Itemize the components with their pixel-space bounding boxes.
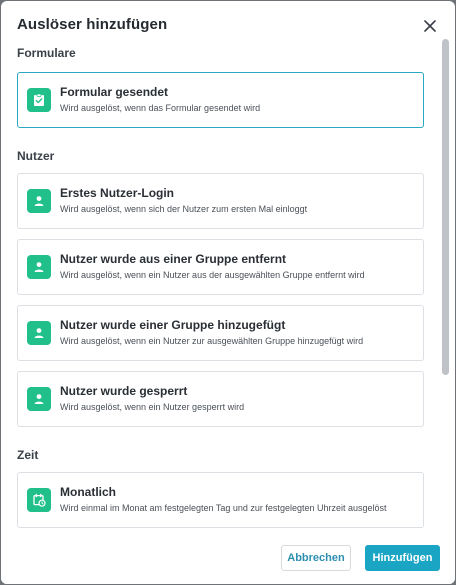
trigger-card-gruppe-hinzugefuegt[interactable]: Nutzer wurde einer Gruppe hinzugefügt Wi… [17, 305, 424, 361]
close-icon[interactable] [419, 15, 441, 37]
trigger-title: Formular gesendet [60, 85, 169, 99]
trigger-title: Nutzer wurde gesperrt [60, 384, 188, 398]
trigger-description: Wird einmal im Monat am festgelegten Tag… [60, 503, 387, 513]
user-icon [27, 321, 51, 345]
user-icon [27, 387, 51, 411]
user-icon [27, 255, 51, 279]
section-title-formulare: Formulare [17, 46, 76, 60]
trigger-title: Monatlich [60, 485, 116, 499]
trigger-description: Wird ausgelöst, wenn das Formular gesend… [60, 103, 261, 113]
trigger-description: Wird ausgelöst, wenn ein Nutzer zur ausg… [60, 336, 364, 346]
trigger-card-erstes-login[interactable]: Erstes Nutzer-Login Wird ausgelöst, wenn… [17, 173, 424, 229]
user-icon [27, 189, 51, 213]
section-title-zeit: Zeit [17, 448, 39, 462]
add-button[interactable]: Hinzufügen [365, 545, 440, 571]
trigger-description: Wird ausgelöst, wenn ein Nutzer aus der … [60, 270, 365, 280]
trigger-description: Wird ausgelöst, wenn ein Nutzer gesperrt… [60, 402, 245, 412]
form-check-icon [27, 88, 51, 112]
trigger-title: Erstes Nutzer-Login [60, 186, 175, 200]
trigger-card-monatlich[interactable]: Monatlich Wird einmal im Monat am festge… [17, 472, 424, 528]
scrollbar-thumb[interactable] [442, 39, 449, 375]
trigger-description: Wird ausgelöst, wenn sich der Nutzer zum… [60, 204, 308, 214]
trigger-title: Nutzer wurde aus einer Gruppe entfernt [60, 252, 287, 266]
trigger-card-gesperrt[interactable]: Nutzer wurde gesperrt Wird ausgelöst, we… [17, 371, 424, 427]
section-title-nutzer: Nutzer [17, 149, 55, 163]
cancel-button[interactable]: Abbrechen [281, 545, 351, 571]
dialog-title: Auslöser hinzufügen [17, 16, 168, 33]
add-trigger-dialog: Auslöser hinzufügen Formulare Formular g… [1, 1, 455, 584]
calendar-clock-icon [27, 488, 51, 512]
trigger-card-aus-gruppe-entfernt[interactable]: Nutzer wurde aus einer Gruppe entfernt W… [17, 239, 424, 295]
trigger-list[interactable]: Formulare Formular gesendet Wird ausgelö… [1, 37, 439, 531]
trigger-title: Nutzer wurde einer Gruppe hinzugefügt [60, 318, 286, 332]
trigger-card-formular-gesendet[interactable]: Formular gesendet Wird ausgelöst, wenn d… [17, 72, 424, 128]
